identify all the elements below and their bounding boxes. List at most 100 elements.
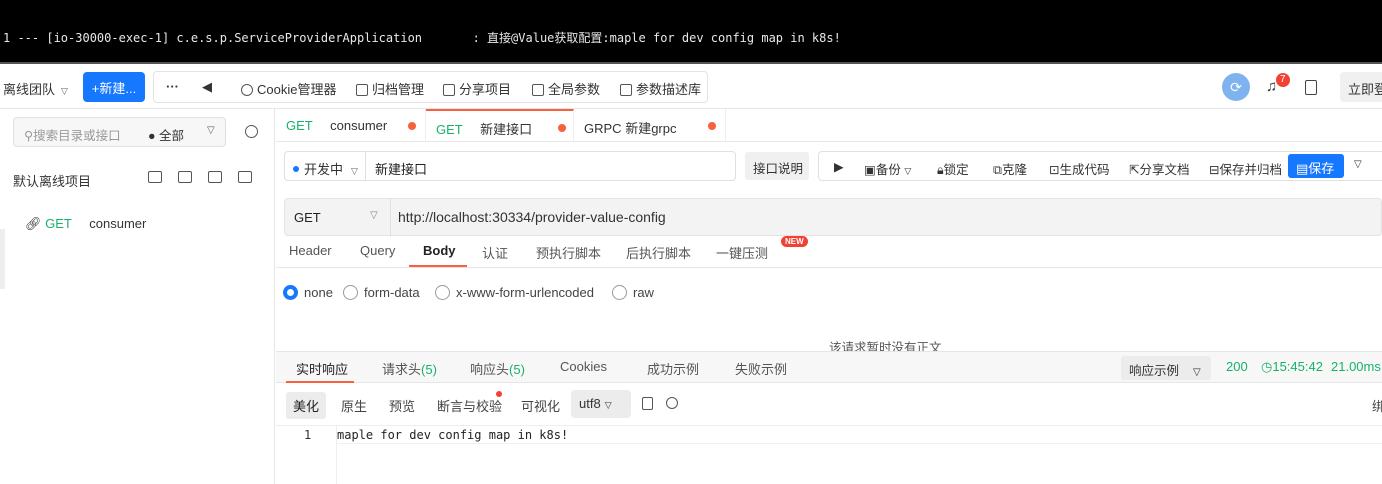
team-selector[interactable]: 离线团队 ▽	[3, 79, 68, 98]
line-number: 1	[304, 428, 312, 442]
terminal-log-line: 1 --- [io-30000-exec-1] c.e.s.p.ServiceP…	[0, 0, 1382, 64]
assertion-dot	[496, 391, 502, 397]
status-select[interactable]: 开发中 ▽	[284, 151, 366, 181]
view-pretty[interactable]: 美化	[286, 392, 327, 419]
view-assertions[interactable]: 断言与校验	[437, 396, 502, 415]
tab-query[interactable]: Query	[360, 243, 395, 258]
tab-pre-script[interactable]: 预执行脚本	[536, 243, 601, 262]
share-project-button[interactable]: 分享项目	[443, 79, 511, 98]
chevron-down-icon: ▽	[604, 400, 612, 410]
search-input[interactable]: ⚲搜索目录或接口 ● 全部 ▽	[13, 117, 226, 147]
radio-checked-icon	[283, 285, 298, 300]
sort-icon[interactable]	[238, 171, 252, 183]
tab-cookies[interactable]: Cookies	[560, 359, 607, 374]
tab-live-response[interactable]: 实时响应	[296, 359, 348, 378]
save-button[interactable]: ▤保存	[1288, 154, 1344, 178]
save-icon: ▤	[1296, 161, 1309, 176]
generate-code-button[interactable]: ⊡生成代码	[1049, 159, 1110, 178]
tab-failure-example[interactable]: 失败示例	[735, 359, 787, 378]
tab-stress-test[interactable]: 一键压测	[716, 243, 768, 262]
import-icon[interactable]	[208, 171, 222, 183]
save-archive-button[interactable]: ⊟保存并归档	[1209, 159, 1282, 178]
api-desc-button[interactable]: 接口说明	[745, 152, 809, 180]
param-library-button[interactable]: 参数描述库	[620, 79, 701, 98]
global-params-button[interactable]: 全局参数	[532, 79, 600, 98]
archive-icon	[356, 84, 368, 96]
response-code-editor[interactable]: 1 maple for dev config map in k8s!	[276, 426, 1382, 484]
collapse-icon[interactable]: ◀	[202, 79, 212, 95]
filter-select[interactable]: ● 全部	[148, 125, 184, 144]
unsaved-dot	[558, 124, 566, 132]
radio-none[interactable]: none	[283, 285, 333, 300]
search-icon: ⚲	[24, 129, 34, 143]
save-menu-chevron-icon[interactable]: ▽	[1354, 159, 1362, 170]
sidebar: ⚲搜索目录或接口 ● 全部 ▽ 默认离线项目 🔗︎ GET consumer	[0, 109, 275, 484]
chevron-down-icon: ▽	[370, 210, 378, 221]
tab-header[interactable]: Header	[289, 243, 332, 258]
unsaved-dot	[708, 122, 716, 130]
locate-icon[interactable]	[245, 125, 258, 138]
tab-response-headers[interactable]: 响应头(5)	[470, 359, 525, 378]
sidebar-scroll-strip	[0, 229, 5, 289]
request-bar: 开发中 ▽ 新建接口 接口说明 ▶ ▣备份 ▽ 🔒︎锁定 ⧉克隆 ⊡生成代码 ⇱分…	[284, 151, 1382, 181]
share-icon	[443, 84, 455, 96]
radio-icon	[612, 285, 627, 300]
view-preview[interactable]: 预览	[389, 396, 415, 415]
notification-badge: 7	[1276, 73, 1290, 87]
response-view-tabs: 美化 原生 预览 断言与校验 可视化 utf8 ▽ 绑	[276, 384, 1382, 426]
project-actions	[148, 171, 268, 186]
tab-new-api[interactable]: GET 新建接口	[426, 109, 574, 142]
more-icon[interactable]: ···	[166, 79, 179, 94]
document-icon[interactable]	[1305, 80, 1317, 95]
cookie-manager-button[interactable]: Cookie管理器	[241, 79, 336, 98]
copy-icon[interactable]	[642, 397, 653, 410]
cookie-icon	[241, 84, 253, 96]
tab-success-example[interactable]: 成功示例	[647, 359, 699, 378]
share-doc-button[interactable]: ⇱分享文档	[1129, 159, 1190, 178]
login-button[interactable]: 立即登	[1340, 72, 1382, 102]
add-folder-icon[interactable]	[178, 171, 192, 183]
tab-body[interactable]: Body	[423, 243, 456, 258]
tab-auth[interactable]: 认证	[482, 243, 508, 262]
response-example-select[interactable]: 响应示例 ▽	[1121, 356, 1211, 380]
tab-consumer[interactable]: GET consumer	[276, 109, 426, 142]
method-select[interactable]: GET	[294, 210, 321, 225]
response-tabs: 实时响应 请求头(5) 响应头(5) Cookies 成功示例 失败示例 响应示…	[276, 351, 1382, 383]
chevron-down-icon: ▽	[61, 86, 68, 96]
team-label: 离线团队	[3, 82, 56, 97]
cube-icon	[620, 84, 632, 96]
clone-button[interactable]: ⧉克隆	[993, 159, 1027, 178]
radio-urlencoded[interactable]: x-www-form-urlencoded	[435, 285, 594, 300]
backup-button[interactable]: ▣备份 ▽	[864, 159, 911, 178]
unsaved-dot	[408, 122, 416, 130]
link-icon: 🔗︎	[25, 216, 42, 231]
archive-manager-button[interactable]: 归档管理	[356, 79, 424, 98]
send-icon[interactable]: ▶	[834, 159, 844, 174]
tool-group: ··· ◀ Cookie管理器 归档管理 分享项目 全局参数 参数描述库	[153, 71, 708, 103]
request-actions: ▶ ▣备份 ▽ 🔒︎锁定 ⧉克隆 ⊡生成代码 ⇱分享文档 ⊟保存并归档 ▤保存 …	[818, 151, 1382, 181]
radio-form-data[interactable]: form-data	[343, 285, 420, 300]
request-subtabs: Header Query Body 认证 预执行脚本 后执行脚本 一键压测 NE…	[276, 236, 1382, 268]
chevron-down-icon: ▽	[351, 166, 358, 176]
view-visualize[interactable]: 可视化	[521, 396, 560, 415]
tree-item-consumer[interactable]: 🔗︎ GET consumer	[25, 216, 146, 232]
sync-icon[interactable]: ⟳	[1222, 73, 1250, 101]
tab-post-script[interactable]: 后执行脚本	[626, 243, 691, 262]
radio-raw[interactable]: raw	[612, 285, 654, 300]
api-name-input[interactable]: 新建接口	[366, 151, 736, 181]
lock-button[interactable]: 🔒︎锁定	[937, 159, 969, 178]
add-api-icon[interactable]	[148, 171, 162, 183]
new-badge: NEW	[781, 236, 808, 247]
view-raw[interactable]: 原生	[341, 396, 367, 415]
active-tab-underline	[409, 265, 467, 267]
response-time: ◷15:45:42	[1261, 359, 1323, 374]
search-icon[interactable]	[666, 397, 678, 409]
code-line: maple for dev config map in k8s!	[337, 428, 569, 442]
method-label: GET	[45, 216, 72, 231]
tab-new-grpc[interactable]: GRPC 新建grpc	[574, 109, 726, 142]
new-button[interactable]: +新建...	[83, 72, 145, 102]
tab-request-headers[interactable]: 请求头(5)	[382, 359, 437, 378]
url-input[interactable]: http://localhost:30334/provider-value-co…	[398, 209, 666, 225]
right-cut-text: 绑	[1372, 399, 1382, 414]
encoding-select[interactable]: utf8 ▽	[571, 390, 631, 418]
